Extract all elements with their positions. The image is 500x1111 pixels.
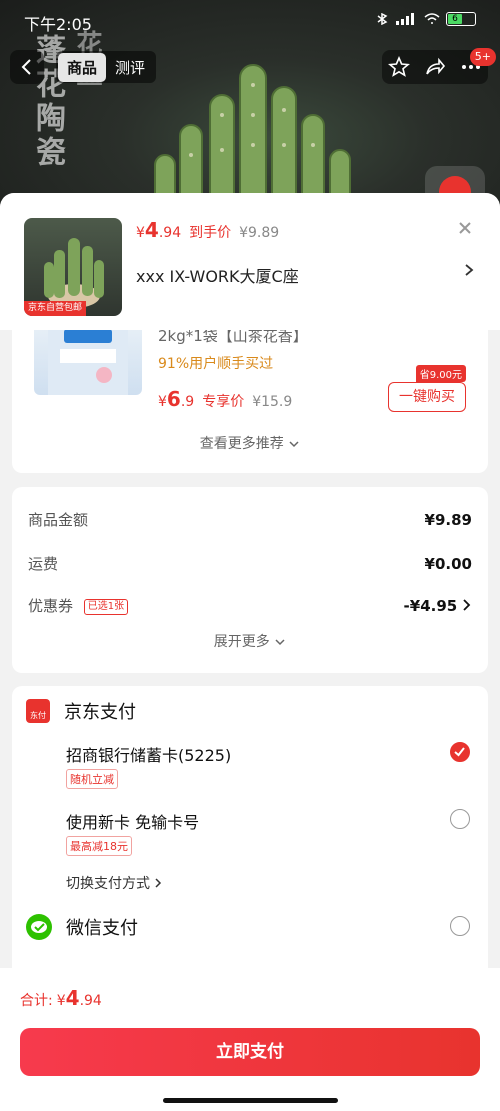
tab-review[interactable]: 测评 xyxy=(106,53,154,82)
nav-actions: 5+ xyxy=(382,48,496,84)
recommend-price-line: ¥6.9 专享价 ¥15.9 xyxy=(158,387,292,411)
wechat-pay-title: 微信支付 xyxy=(66,918,138,939)
bottom-bar: 合计: ¥4.94 立即支付 xyxy=(0,968,500,1111)
close-icon[interactable] xyxy=(458,221,472,235)
random-discount-tag: 随机立减 xyxy=(66,769,118,789)
chevron-down-icon xyxy=(275,639,285,646)
signal-icon xyxy=(396,13,414,25)
price-label: 到手价 xyxy=(189,225,232,241)
battery-level: 6 xyxy=(448,14,462,24)
total-integer: 4 xyxy=(65,986,80,1010)
wechat-bubble-graphic xyxy=(31,921,47,933)
pay-now-button[interactable]: 立即支付 xyxy=(20,1028,480,1076)
recommend-price-label: 专享价 xyxy=(202,394,245,410)
price-decimal: .94 xyxy=(158,225,182,241)
chevron-left-icon xyxy=(21,59,31,75)
chevron-right-icon xyxy=(465,264,474,276)
recommend-popularity: 91%用户顺手买过 xyxy=(158,356,274,372)
order-summary-card: 商品金额 ¥9.89 运费 ¥0.00 优惠券 已选1张 -¥4.95 展开更多 xyxy=(12,487,488,673)
wechat-icon xyxy=(26,914,52,940)
original-price: ¥9.89 xyxy=(239,225,280,241)
total-value: ¥4.94 xyxy=(57,986,102,1010)
status-icons: 6 xyxy=(374,12,476,26)
delivery-address[interactable]: xxx IX-WORK大厦C座 xyxy=(136,263,299,287)
jd-pay-title: 京东支付 xyxy=(64,702,136,723)
home-indicator[interactable] xyxy=(163,1098,338,1103)
price-line: ¥4.94 到手价 ¥9.89 xyxy=(136,218,279,242)
save-tag: 省9.00元 xyxy=(415,365,466,382)
status-bar: 下午2:05 6 xyxy=(0,0,500,42)
row-coupon[interactable]: 优惠券 已选1张 -¥4.95 xyxy=(28,595,472,616)
total-amount: 合计: ¥4.94 xyxy=(20,986,102,1010)
chevron-down-icon xyxy=(289,441,299,448)
goods-amount-label: 商品金额 xyxy=(28,511,89,529)
total-symbol: ¥ xyxy=(56,993,66,1009)
status-time: 下午2:05 xyxy=(24,15,92,34)
chevron-right-icon xyxy=(155,878,162,888)
more-recommendations-label: 查看更多推荐 xyxy=(199,436,284,452)
top-nav: 商品 测评 xyxy=(10,50,157,84)
coupon-label: 优惠券 xyxy=(28,597,74,615)
max-discount-tag: 最高减18元 xyxy=(66,836,132,856)
row-goods-amount: 商品金额 ¥9.89 xyxy=(28,509,472,530)
recommend-price-integer: 6 xyxy=(166,387,181,411)
switch-payment-label: 切换支付方式 xyxy=(66,876,150,892)
recommend-price-symbol: ¥ xyxy=(158,394,167,410)
star-icon[interactable] xyxy=(388,56,410,78)
share-icon[interactable] xyxy=(424,56,446,78)
radio-cmb-card-selected[interactable] xyxy=(450,742,470,762)
chevron-right-icon xyxy=(463,598,471,611)
product-thumbnail: 京东自营包邮 xyxy=(24,218,122,316)
radio-wechat-pay[interactable] xyxy=(450,916,470,936)
message-badge: 5+ xyxy=(469,48,496,66)
switch-payment-method-link[interactable]: 切换支付方式 xyxy=(66,873,162,893)
jd-pay-icon: 东付 xyxy=(26,699,50,723)
tab-product[interactable]: 商品 xyxy=(58,52,107,82)
sheet-header: 京东自营包邮 ¥4.94 到手价 ¥9.89 xxx IX-WORK大厦C座 xyxy=(0,193,500,330)
detergent-package-graphic xyxy=(48,323,128,395)
shipping-label: 运费 xyxy=(28,555,59,573)
coupon-selected-tag: 已选1张 xyxy=(83,598,129,615)
detergent-image xyxy=(34,323,142,395)
wifi-icon xyxy=(424,13,440,24)
total-decimal: .94 xyxy=(79,993,102,1009)
coupon-value: -¥4.95 xyxy=(403,596,458,615)
goods-amount-value: ¥9.89 xyxy=(424,510,472,529)
product-tabs: 商品 测评 xyxy=(56,51,157,83)
back-button[interactable] xyxy=(10,50,44,84)
battery-icon: 6 xyxy=(446,12,476,26)
jd-pay-icon-text: 东付 xyxy=(30,711,46,720)
radio-new-card[interactable] xyxy=(450,809,470,829)
payment-option-cmb-card[interactable]: 招商银行储蓄卡(5225) xyxy=(66,742,231,766)
coupon-value-group: -¥4.95 xyxy=(404,597,472,615)
jd-pay-header: 东付 京东支付 xyxy=(26,698,136,724)
total-label: 合计: xyxy=(20,993,53,1009)
one-click-buy-button[interactable]: 一键购买 xyxy=(388,382,466,412)
price-integer: 4 xyxy=(144,218,159,242)
recommend-price-decimal: .9 xyxy=(180,394,195,410)
expand-more-label: 展开更多 xyxy=(213,634,270,650)
self-operated-label: 京东自营包邮 xyxy=(24,301,87,316)
check-icon xyxy=(454,747,465,757)
price-symbol: ¥ xyxy=(136,225,145,241)
payment-option-new-card[interactable]: 使用新卡 免输卡号 xyxy=(66,809,199,833)
bluetooth-icon xyxy=(377,13,388,25)
recommend-original-price: ¥15.9 xyxy=(252,394,293,410)
more-recommendations-link[interactable]: 查看更多推荐 xyxy=(12,433,488,453)
payment-methods-card: 东付 京东支付 招商银行储蓄卡(5225) 随机立减 使用新卡 免输卡号 最高减… xyxy=(12,686,488,986)
shipping-value: ¥0.00 xyxy=(424,554,472,573)
expand-more-link[interactable]: 展开更多 xyxy=(12,631,488,651)
wechat-pay-header[interactable]: 微信支付 xyxy=(26,914,138,940)
row-shipping: 运费 ¥0.00 xyxy=(28,553,472,574)
coupon-label-group: 优惠券 已选1张 xyxy=(28,595,129,616)
